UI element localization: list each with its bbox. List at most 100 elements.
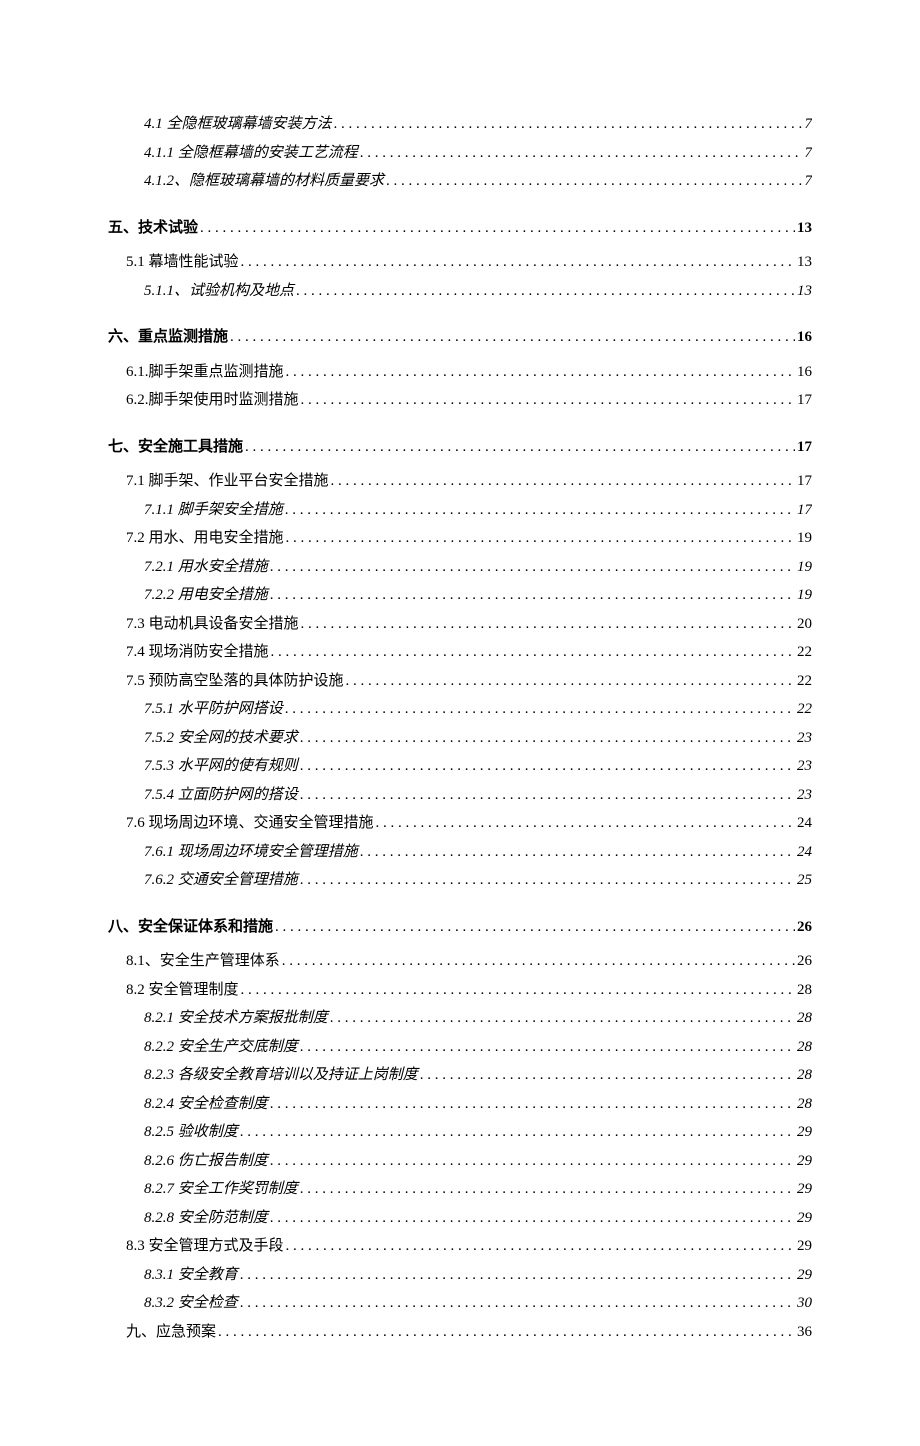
toc-entry: 8.3.1 安全教育 . . . . . . . . . . . . . . .… [144,1261,812,1290]
toc-entry-page: 29 [797,1261,812,1290]
toc-entry-title: 8.2.8 安全防范制度 [144,1204,268,1233]
toc-leader-dots: . . . . . . . . . . . . . . . . . . . . … [285,695,795,724]
toc-entry-title: 7.5 预防高空坠落的具体防护设施 [126,667,344,696]
toc-leader-dots: . . . . . . . . . . . . . . . . . . . . … [275,913,795,942]
toc-leader-dots: . . . . . . . . . . . . . . . . . . . . … [360,139,803,168]
toc-entry-page: 29 [797,1204,812,1233]
toc-entry: 8.3.2 安全检查 . . . . . . . . . . . . . . .… [144,1289,812,1318]
toc-entry-title: 8.2.4 安全检查制度 [144,1090,268,1119]
toc-entry-title: 8.2.7 安全工作奖罚制度 [144,1175,298,1204]
toc-entry: 7.6 现场周边环境、交通安全管理措施 . . . . . . . . . . … [126,809,812,838]
toc-entry-page: 29 [797,1147,812,1176]
toc-entry-title: 8.2.2 安全生产交底制度 [144,1033,298,1062]
table-of-contents: 4.1 全隐框玻璃幕墙安装方法 . . . . . . . . . . . . … [108,110,812,1346]
toc-entry: 8.2.4 安全检查制度 . . . . . . . . . . . . . .… [144,1090,812,1119]
toc-leader-dots: . . . . . . . . . . . . . . . . . . . . … [376,809,795,838]
toc-entry-title: 7.5.2 安全网的技术要求 [144,724,298,753]
toc-entry-page: 7 [805,167,813,196]
toc-leader-dots: . . . . . . . . . . . . . . . . . . . . … [271,638,795,667]
toc-entry-page: 30 [797,1289,812,1318]
toc-entry-page: 17 [797,467,812,496]
toc-entry: 5.1 幕墙性能试验 . . . . . . . . . . . . . . .… [126,248,812,277]
toc-entry-page: 19 [797,524,812,553]
toc-leader-dots: . . . . . . . . . . . . . . . . . . . . … [240,1289,795,1318]
toc-leader-dots: . . . . . . . . . . . . . . . . . . . . … [270,1090,795,1119]
toc-entry-page: 20 [797,610,812,639]
toc-entry-title: 5.1.1、试验机构及地点 [144,277,294,306]
toc-entry: 8.3 安全管理方式及手段 . . . . . . . . . . . . . … [126,1232,812,1261]
toc-leader-dots: . . . . . . . . . . . . . . . . . . . . … [286,1232,795,1261]
toc-entry-page: 13 [797,277,812,306]
toc-leader-dots: . . . . . . . . . . . . . . . . . . . . … [270,553,795,582]
toc-entry: 7.4 现场消防安全措施 . . . . . . . . . . . . . .… [126,638,812,667]
toc-entry-page: 28 [797,1033,812,1062]
toc-leader-dots: . . . . . . . . . . . . . . . . . . . . … [286,524,795,553]
toc-entry: 7.2.1 用水安全措施 . . . . . . . . . . . . . .… [144,553,812,582]
toc-entry: 6.2.脚手架使用时监测措施 . . . . . . . . . . . . .… [126,386,812,415]
toc-entry-title: 7.2.1 用水安全措施 [144,553,268,582]
toc-entry-title: 7.3 电动机具设备安全措施 [126,610,299,639]
toc-entry-page: 19 [797,581,812,610]
toc-leader-dots: . . . . . . . . . . . . . . . . . . . . … [241,976,795,1005]
toc-leader-dots: . . . . . . . . . . . . . . . . . . . . … [300,724,795,753]
toc-entry-page: 17 [797,386,812,415]
toc-entry-page: 25 [797,866,812,895]
toc-entry-title: 8.2.5 验收制度 [144,1118,238,1147]
toc-leader-dots: . . . . . . . . . . . . . . . . . . . . … [420,1061,795,1090]
toc-entry: 8.2.2 安全生产交底制度 . . . . . . . . . . . . .… [144,1033,812,1062]
toc-entry-page: 29 [797,1118,812,1147]
toc-entry-page: 16 [797,358,812,387]
toc-entry-title: 8.3 安全管理方式及手段 [126,1232,284,1261]
toc-entry-title: 4.1.2、隐框玻璃幕墙的材料质量要求 [144,167,384,196]
toc-entry: 7.5.3 水平网的使有规则 . . . . . . . . . . . . .… [144,752,812,781]
toc-entry: 五、技术试验 . . . . . . . . . . . . . . . . .… [108,214,812,243]
toc-entry-title: 八、安全保证体系和措施 [108,913,273,942]
toc-entry-title: 8.2.6 伤亡报告制度 [144,1147,268,1176]
toc-entry-page: 28 [797,1090,812,1119]
toc-leader-dots: . . . . . . . . . . . . . . . . . . . . … [300,866,795,895]
toc-leader-dots: . . . . . . . . . . . . . . . . . . . . … [300,1033,795,1062]
toc-entry-page: 36 [797,1318,812,1347]
toc-entry: 7.3 电动机具设备安全措施 . . . . . . . . . . . . .… [126,610,812,639]
toc-entry-page: 22 [797,667,812,696]
toc-leader-dots: . . . . . . . . . . . . . . . . . . . . … [270,1204,795,1233]
toc-entry-title: 7.6.1 现场周边环境安全管理措施 [144,838,358,867]
document-page: 4.1 全隐框玻璃幕墙安装方法 . . . . . . . . . . . . … [0,0,920,1446]
toc-entry: 8.1、安全生产管理体系 . . . . . . . . . . . . . .… [126,947,812,976]
toc-entry-title: 7.2 用水、用电安全措施 [126,524,284,553]
toc-leader-dots: . . . . . . . . . . . . . . . . . . . . … [300,752,795,781]
toc-leader-dots: . . . . . . . . . . . . . . . . . . . . … [334,110,803,139]
toc-entry: 7.5 预防高空坠落的具体防护设施 . . . . . . . . . . . … [126,667,812,696]
toc-entry-title: 8.3.2 安全检查 [144,1289,238,1318]
toc-leader-dots: . . . . . . . . . . . . . . . . . . . . … [300,781,795,810]
toc-leader-dots: . . . . . . . . . . . . . . . . . . . . … [270,581,795,610]
toc-leader-dots: . . . . . . . . . . . . . . . . . . . . … [330,1004,795,1033]
toc-entry-page: 23 [797,781,812,810]
toc-entry: 九、应急预案 . . . . . . . . . . . . . . . . .… [126,1318,812,1347]
toc-entry-title: 4.1 全隐框玻璃幕墙安装方法 [144,110,332,139]
toc-entry-title: 6.2.脚手架使用时监测措施 [126,386,299,415]
toc-entry-title: 8.1、安全生产管理体系 [126,947,280,976]
toc-entry-title: 7.6 现场周边环境、交通安全管理措施 [126,809,374,838]
toc-entry: 7.5.2 安全网的技术要求 . . . . . . . . . . . . .… [144,724,812,753]
toc-leader-dots: . . . . . . . . . . . . . . . . . . . . … [270,1147,795,1176]
toc-entry-page: 28 [797,1061,812,1090]
toc-entry-page: 29 [797,1232,812,1261]
toc-entry: 4.1 全隐框玻璃幕墙安装方法 . . . . . . . . . . . . … [144,110,812,139]
toc-entry-title: 7.6.2 交通安全管理措施 [144,866,298,895]
toc-entry: 7.2.2 用电安全措施 . . . . . . . . . . . . . .… [144,581,812,610]
toc-entry-title: 六、重点监测措施 [108,323,228,352]
toc-leader-dots: . . . . . . . . . . . . . . . . . . . . … [360,838,795,867]
toc-entry: 6.1.脚手架重点监测措施 . . . . . . . . . . . . . … [126,358,812,387]
toc-entry-title: 8.3.1 安全教育 [144,1261,238,1290]
toc-entry: 六、重点监测措施 . . . . . . . . . . . . . . . .… [108,323,812,352]
toc-leader-dots: . . . . . . . . . . . . . . . . . . . . … [240,1261,795,1290]
toc-entry-page: 23 [797,724,812,753]
toc-entry: 7.5.1 水平防护网搭设 . . . . . . . . . . . . . … [144,695,812,724]
toc-leader-dots: . . . . . . . . . . . . . . . . . . . . … [218,1318,795,1347]
toc-entry: 8.2.8 安全防范制度 . . . . . . . . . . . . . .… [144,1204,812,1233]
toc-entry: 8.2.3 各级安全教育培训以及持证上岗制度 . . . . . . . . .… [144,1061,812,1090]
toc-entry: 7.5.4 立面防护网的搭设 . . . . . . . . . . . . .… [144,781,812,810]
toc-entry-page: 19 [797,553,812,582]
toc-entry-title: 8.2 安全管理制度 [126,976,239,1005]
